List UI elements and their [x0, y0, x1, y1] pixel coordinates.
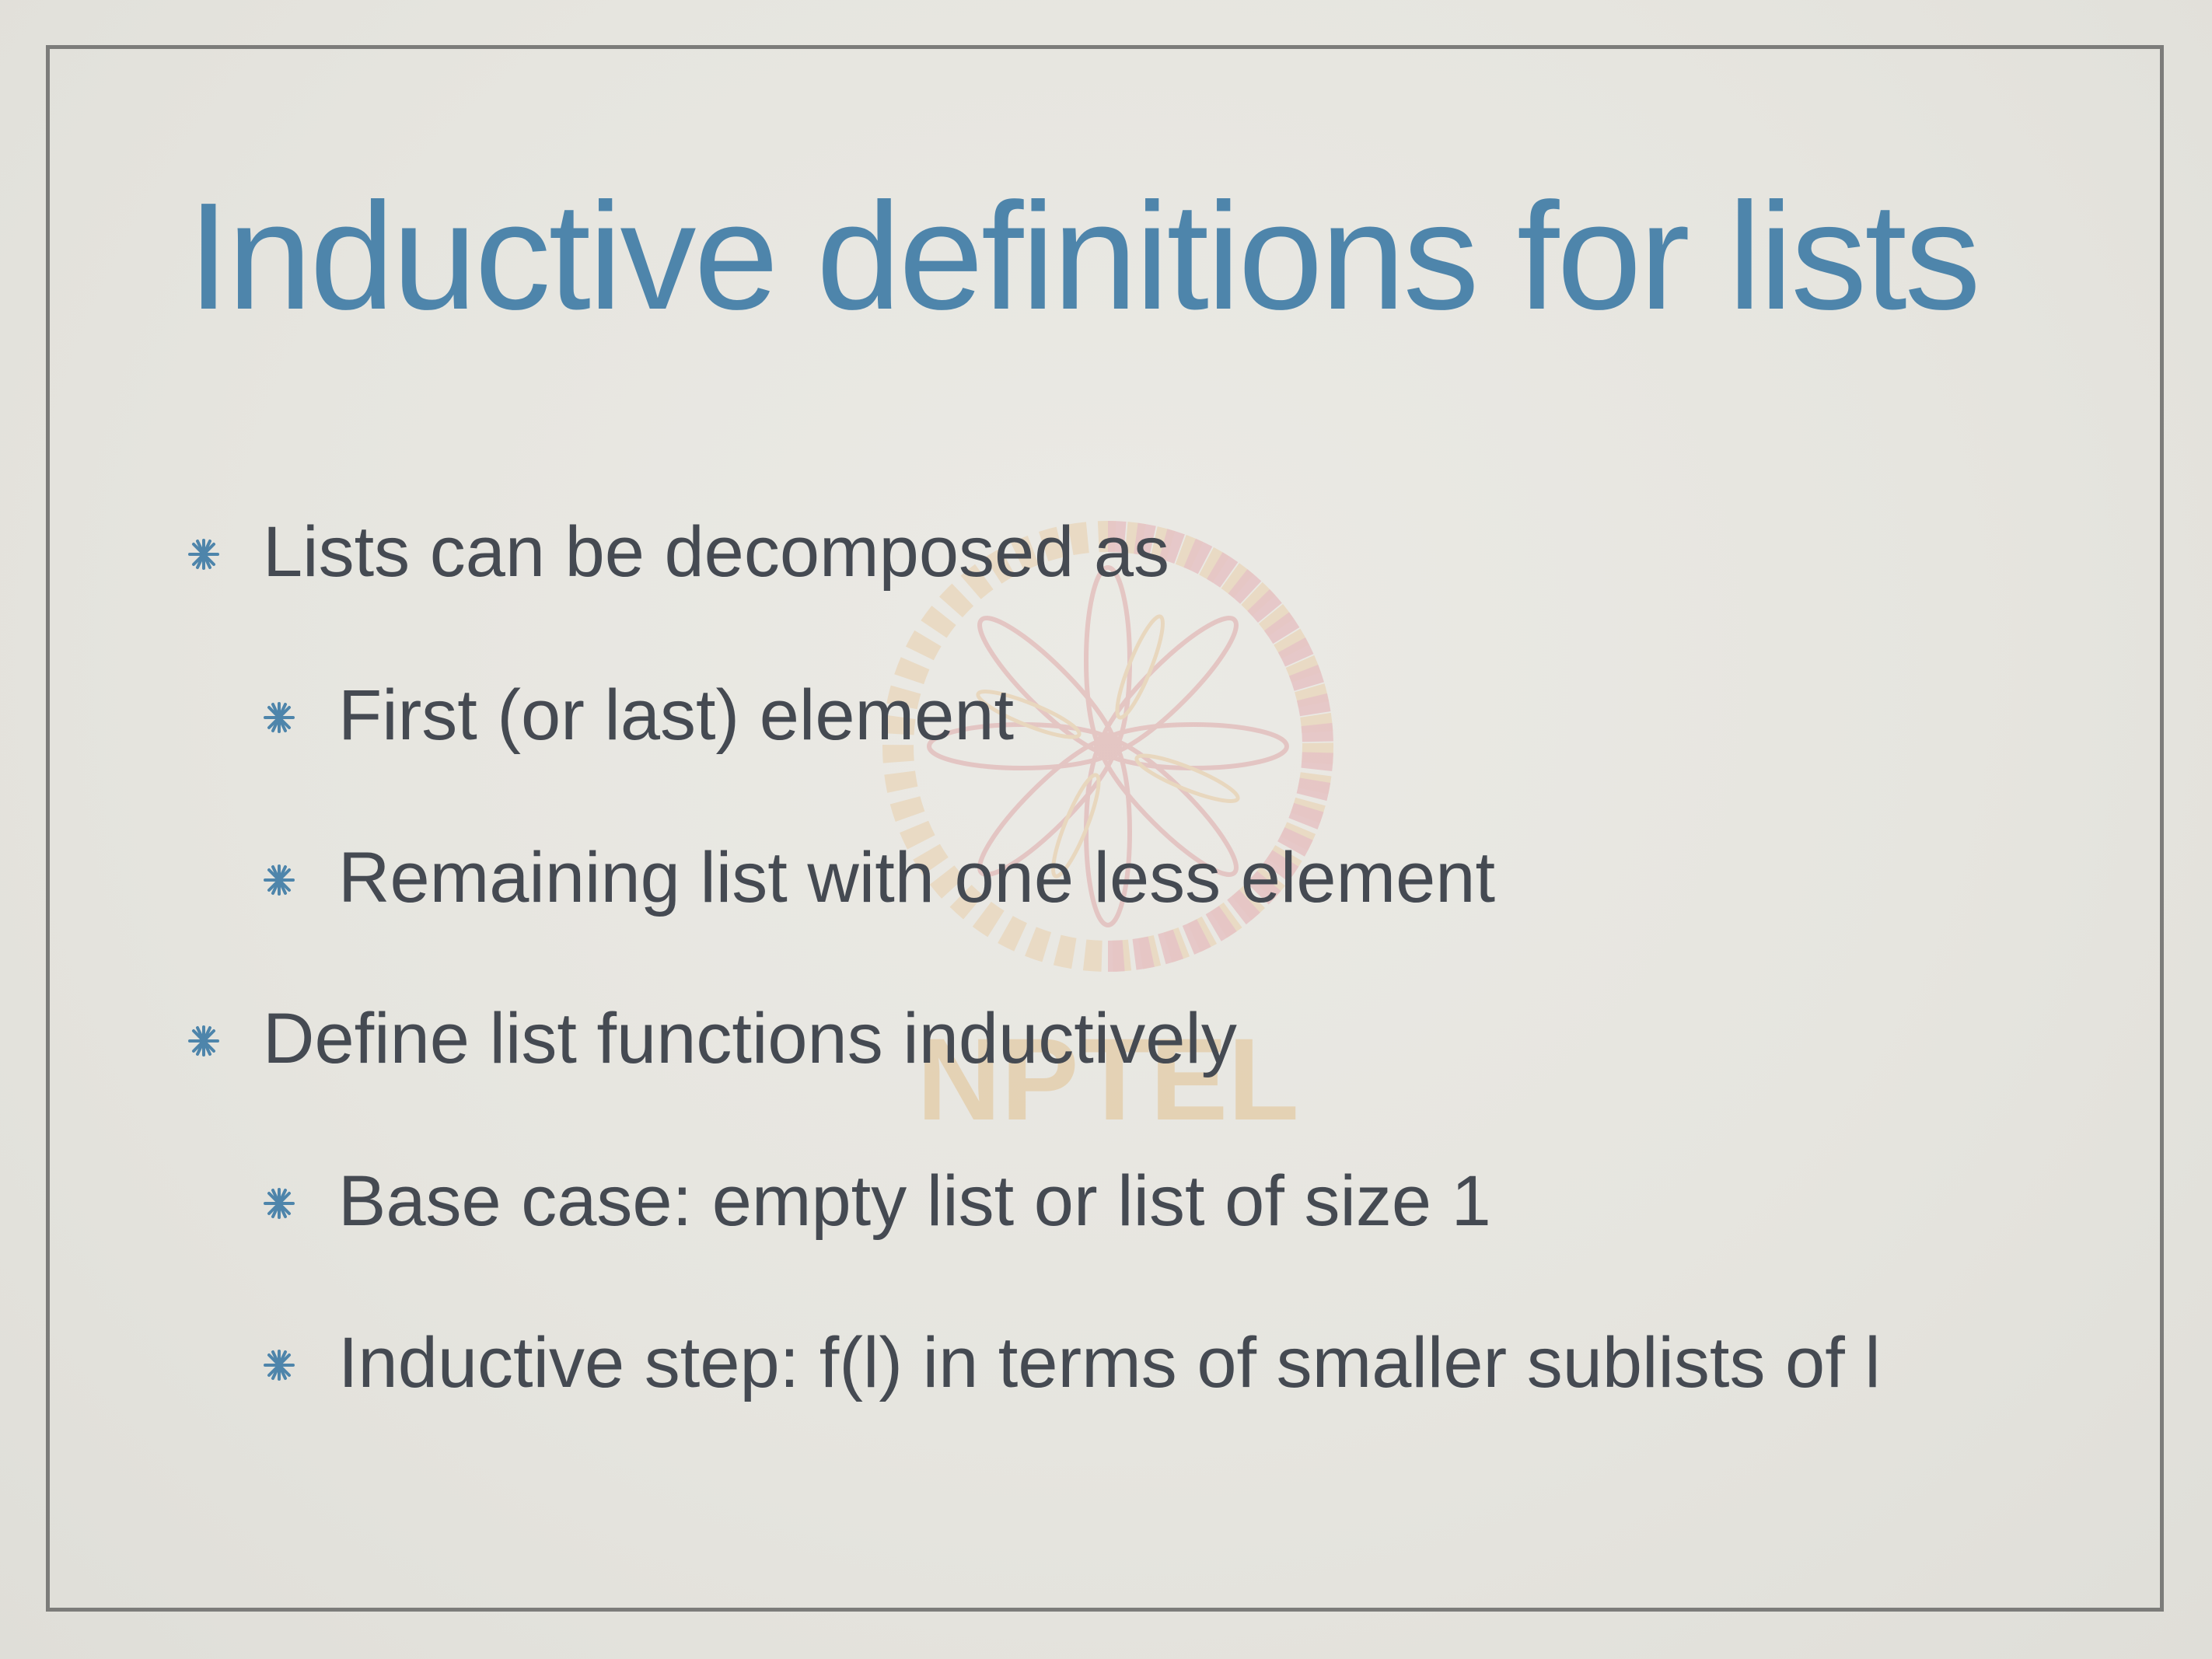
- asterisk-bullet-icon: [188, 1025, 219, 1057]
- slide: NPTEL Inductive definitions for lists Li…: [0, 0, 2212, 1659]
- bullet-text: Lists can be decomposed as: [263, 512, 1170, 592]
- sub-bullet-text: Base case: empty list or list of size 1: [338, 1161, 1491, 1241]
- bullet-item: Define list functions inductively: [188, 996, 1237, 1081]
- sub-bullet-item: First (or last) element: [264, 672, 1015, 758]
- asterisk-bullet-icon: [264, 702, 295, 733]
- sub-bullet-item: Inductive step: f(l) in terms of smaller…: [264, 1320, 1881, 1406]
- sub-bullet-text: First (or last) element: [338, 676, 1015, 755]
- sub-bullet-text: Remaining list with one less element: [338, 838, 1496, 917]
- asterisk-bullet-icon: [264, 1350, 295, 1381]
- bullet-item: Lists can be decomposed as: [188, 509, 1170, 595]
- bullet-text: Define list functions inductively: [263, 999, 1237, 1078]
- sub-bullet-text: Inductive step: f(l) in terms of smaller…: [338, 1323, 1881, 1402]
- bullet-list: Lists can be decomposed as First (or las…: [0, 0, 2212, 1659]
- sub-bullet-item: Remaining list with one less element: [264, 835, 1496, 920]
- asterisk-bullet-icon: [264, 864, 295, 896]
- asterisk-bullet-icon: [264, 1188, 295, 1219]
- asterisk-bullet-icon: [188, 539, 219, 570]
- sub-bullet-item: Base case: empty list or list of size 1: [264, 1158, 1491, 1244]
